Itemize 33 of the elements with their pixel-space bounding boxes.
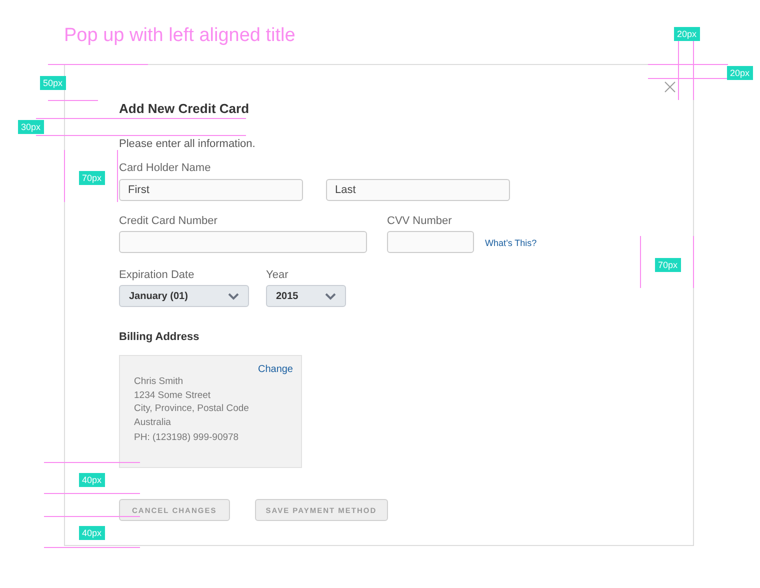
dialog-title: Add New Credit Card <box>119 101 250 116</box>
field-label: Card Holder Name <box>119 162 211 174</box>
card-number-field[interactable] <box>119 231 367 253</box>
first-name-field[interactable]: First <box>119 179 303 201</box>
field-label: Year <box>266 269 290 281</box>
cvv-field[interactable] <box>387 231 474 253</box>
measurement-badge: 70px <box>655 258 681 272</box>
section-heading: Billing Address <box>119 331 200 343</box>
close-icon[interactable] <box>664 81 676 93</box>
address-line: City, Province, Postal Code <box>134 402 250 416</box>
field-label: CVV Number <box>387 215 453 227</box>
measurement-badge: 30px <box>18 120 44 134</box>
month-select[interactable]: January (01) <box>119 285 249 307</box>
page-title: Pop up with left aligned title <box>64 25 296 47</box>
change-link[interactable]: Change <box>258 364 293 375</box>
address-line: Chris Smith <box>134 375 184 388</box>
chevron-down-icon <box>228 292 239 300</box>
measurement-badge: 20px <box>727 66 753 80</box>
field-label: Credit Card Number <box>119 215 218 227</box>
year-select[interactable]: 2015 <box>266 285 346 307</box>
address-line: Australia <box>134 416 172 429</box>
instructions-text: Please enter all information. <box>119 138 256 150</box>
last-name-field[interactable]: Last <box>326 179 510 201</box>
phone-text: PH: (123198) 999-90978 <box>134 432 240 443</box>
measurement-badge: 40px <box>79 526 105 540</box>
address-line: 1234 Some Street <box>134 388 212 402</box>
measurement-badge: 40px <box>79 473 105 487</box>
measurement-badge: 20px <box>674 27 700 41</box>
field-label: Expiration Date <box>119 269 196 281</box>
help-link[interactable]: What’s This? <box>485 238 537 248</box>
measurement-badge: 70px <box>79 171 105 185</box>
measurement-badge: 50px <box>40 76 66 90</box>
chevron-down-icon <box>325 292 336 300</box>
